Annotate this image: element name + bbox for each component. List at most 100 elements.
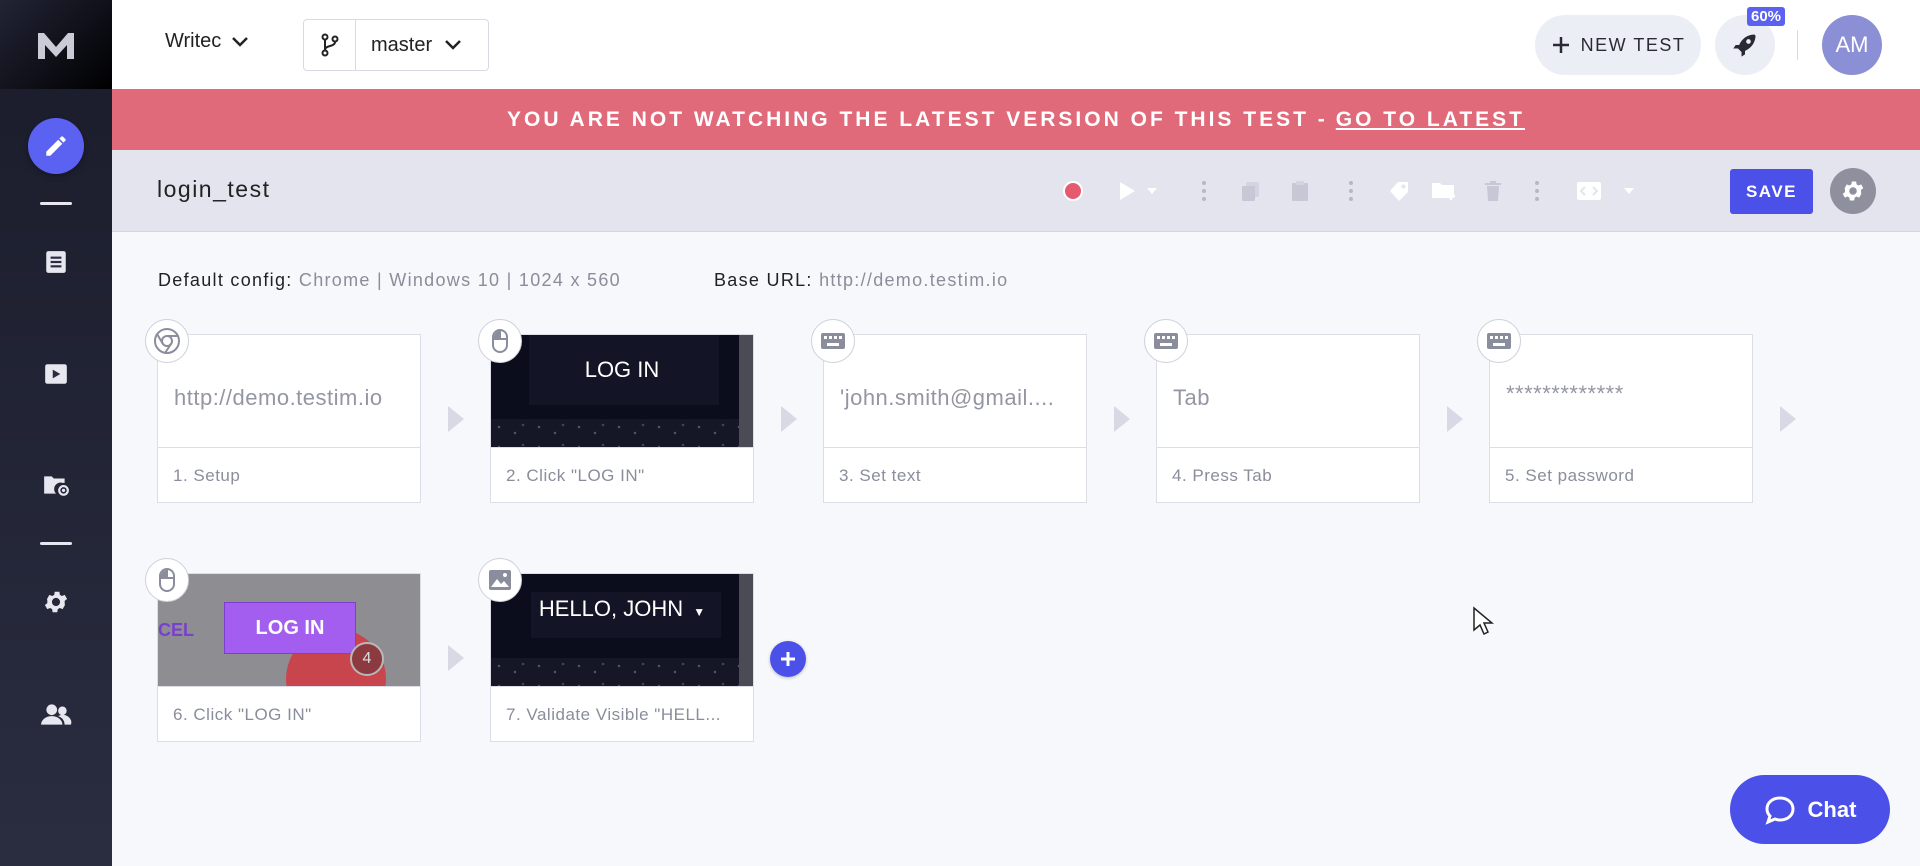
default-config-value[interactable]: Chrome | Windows 10 | 1024 x 560	[299, 270, 621, 290]
step-card-5[interactable]: ************* 5. Set password	[1489, 334, 1753, 503]
step-thumb-extra: CEL	[158, 620, 194, 640]
step-arrow	[1780, 406, 1796, 432]
gear-icon	[1842, 181, 1864, 201]
step-thumb-text: Tab	[1173, 385, 1210, 410]
keyboard-icon	[1144, 319, 1188, 363]
branch-selector[interactable]: master	[303, 19, 489, 71]
play-options-dropdown[interactable]	[1142, 174, 1162, 208]
step-thumbnail: *************	[1490, 335, 1752, 447]
code-button[interactable]	[1572, 174, 1606, 208]
step-arrow	[448, 406, 464, 432]
code-options-dropdown[interactable]	[1612, 174, 1646, 208]
step-card-7[interactable]: HELLO, JOHN ▼ 7. Validate Visible "HELL.…	[490, 573, 754, 742]
copy-icon	[1242, 182, 1259, 201]
sidebar	[0, 0, 112, 866]
add-to-folder-button[interactable]	[1427, 174, 1461, 208]
branch-icon	[304, 20, 356, 70]
step-label: 2. Click "LOG IN"	[491, 447, 753, 502]
caret-down-icon	[1147, 188, 1157, 194]
paste-button[interactable]	[1283, 174, 1317, 208]
go-to-latest-link[interactable]: GO TO LATEST	[1336, 108, 1525, 132]
top-bar: Writec master NEW TEST 60% AM	[112, 0, 1920, 89]
step-card-2[interactable]: LOG IN 2. Click "LOG IN"	[490, 334, 754, 503]
more-options-button[interactable]	[1520, 174, 1554, 208]
default-config-label: Default config:	[158, 270, 293, 290]
new-test-button[interactable]: NEW TEST	[1535, 15, 1701, 75]
keyboard-icon	[811, 319, 855, 363]
more-options-button[interactable]	[1187, 174, 1221, 208]
step-card-3[interactable]: 'john.smith@gmail.... 3. Set text	[823, 334, 1087, 503]
play-icon	[1120, 182, 1135, 200]
test-name[interactable]: login_test	[157, 176, 270, 203]
project-selector[interactable]: Writec	[165, 30, 249, 53]
step-label: 3. Set text	[824, 447, 1086, 502]
step-label: 5. Set password	[1490, 447, 1752, 502]
save-button[interactable]: SAVE	[1730, 169, 1813, 214]
project-name: Writec	[165, 30, 222, 52]
image-icon	[478, 558, 522, 602]
play-button[interactable]	[1110, 174, 1144, 208]
step-thumbnail: CEL LOG IN 4	[158, 574, 420, 686]
copy-button[interactable]	[1234, 174, 1268, 208]
caret-down-icon	[1624, 188, 1634, 194]
sidebar-item-folder-settings[interactable]	[0, 455, 112, 515]
sidebar-item-editor[interactable]	[28, 118, 84, 174]
step-label: 4. Press Tab	[1157, 447, 1419, 502]
trash-icon	[1485, 181, 1501, 201]
step-thumbnail: 'john.smith@gmail....	[824, 335, 1086, 447]
testim-logo-icon	[38, 32, 74, 59]
base-url: Base URL: http://demo.testim.io	[714, 270, 1008, 291]
pencil-icon	[46, 136, 66, 156]
sidebar-item-team[interactable]	[0, 684, 112, 744]
sidebar-separator	[40, 202, 72, 205]
step-thumb-text: *************	[1506, 381, 1624, 406]
document-list-icon	[46, 251, 66, 273]
banner-message: YOU ARE NOT WATCHING THE LATEST VERSION …	[506, 107, 1328, 131]
sidebar-item-runs[interactable]	[0, 344, 112, 404]
vertical-dots-icon	[1202, 181, 1206, 201]
sidebar-item-settings[interactable]	[0, 572, 112, 632]
chevron-down-icon	[232, 36, 249, 47]
mouse-icon	[145, 558, 189, 602]
step-thumb-badge: 4	[350, 642, 384, 676]
folder-gear-icon	[44, 476, 69, 496]
branch-name: master	[371, 33, 433, 56]
chat-bubble-icon	[1765, 795, 1795, 825]
logo[interactable]	[0, 0, 112, 89]
step-card-1[interactable]: http://demo.testim.io 1. Setup	[157, 334, 421, 503]
step-arrow	[1447, 406, 1463, 432]
new-test-label: NEW TEST	[1580, 34, 1686, 55]
step-thumb-text: 'john.smith@gmail....	[840, 385, 1055, 410]
app-root: Writec master NEW TEST 60% AM YOU ARE NO…	[0, 0, 1920, 866]
sidebar-separator	[40, 542, 72, 545]
step-thumb-text: LOG IN	[584, 357, 660, 382]
vertical-dots-icon	[1349, 181, 1353, 201]
user-avatar[interactable]: AM	[1822, 15, 1882, 75]
sidebar-item-tests[interactable]	[0, 232, 112, 292]
chat-button[interactable]: Chat	[1730, 775, 1890, 844]
step-thumbnail: Tab	[1157, 335, 1419, 447]
label-button[interactable]	[1382, 174, 1416, 208]
step-thumb-text: LOG IN	[224, 602, 356, 654]
step-arrow	[781, 406, 797, 432]
chevron-down-icon	[445, 40, 462, 50]
default-config: Default config: Chrome | Windows 10 | 10…	[158, 270, 621, 291]
step-card-6[interactable]: CEL LOG IN 4 6. Click "LOG IN"	[157, 573, 421, 742]
clipboard-icon	[1292, 181, 1308, 201]
step-label: 1. Setup	[158, 447, 420, 502]
base-url-value[interactable]: http://demo.testim.io	[819, 270, 1008, 290]
record-button[interactable]	[1056, 174, 1090, 208]
outdated-version-banner: YOU ARE NOT WATCHING THE LATEST VERSION …	[112, 89, 1920, 150]
tag-icon	[1390, 182, 1408, 201]
test-toolbar: login_test SAVE	[112, 150, 1920, 232]
divider	[1797, 30, 1798, 60]
users-icon	[41, 704, 72, 725]
more-options-button[interactable]	[1334, 174, 1368, 208]
add-step-button[interactable]	[770, 641, 806, 677]
code-icon	[1577, 182, 1601, 200]
delete-button[interactable]	[1476, 174, 1510, 208]
step-card-4[interactable]: Tab 4. Press Tab	[1156, 334, 1420, 503]
vertical-dots-icon	[1535, 181, 1539, 201]
mouse-icon	[478, 319, 522, 363]
test-settings-button[interactable]	[1830, 168, 1876, 214]
